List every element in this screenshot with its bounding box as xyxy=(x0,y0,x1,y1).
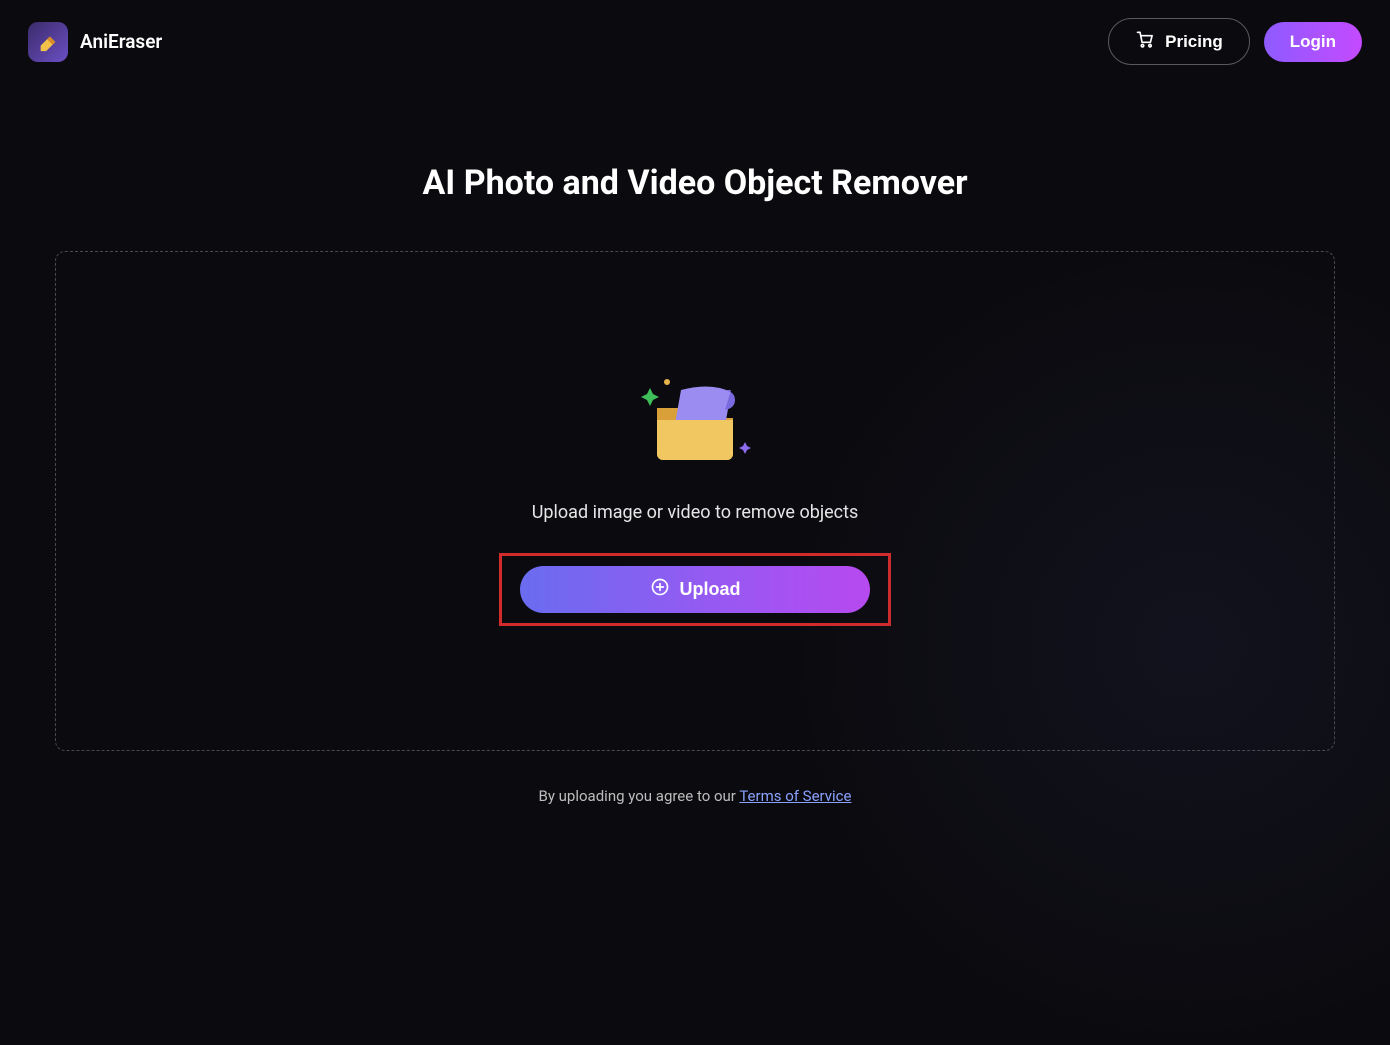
drop-caption: Upload image or video to remove objects xyxy=(532,502,859,523)
vertical-scrollbar[interactable] xyxy=(1382,0,1388,845)
header: AniEraser Pricing Login xyxy=(0,0,1390,83)
agree-prefix: By uploading you agree to our xyxy=(539,787,740,805)
plus-circle-icon xyxy=(650,577,670,602)
footer-note: By uploading you agree to our Terms of S… xyxy=(0,787,1390,805)
brand[interactable]: AniEraser xyxy=(28,22,162,62)
login-button[interactable]: Login xyxy=(1264,22,1362,62)
brand-name: AniEraser xyxy=(80,30,162,53)
cart-icon xyxy=(1135,29,1155,54)
page-title: AI Photo and Video Object Remover xyxy=(0,163,1390,203)
upload-button[interactable]: Upload xyxy=(520,566,870,613)
folder-illustration-icon xyxy=(635,376,755,466)
login-label: Login xyxy=(1290,32,1336,51)
pricing-button[interactable]: Pricing xyxy=(1108,18,1250,65)
upload-highlight: Upload xyxy=(499,553,891,626)
upload-dropzone[interactable]: Upload image or video to remove objects … xyxy=(55,251,1335,751)
app-logo-icon xyxy=(28,22,68,62)
upload-label: Upload xyxy=(680,579,741,600)
header-actions: Pricing Login xyxy=(1108,18,1362,65)
tos-link[interactable]: Terms of Service xyxy=(739,787,851,805)
pricing-label: Pricing xyxy=(1165,32,1223,52)
